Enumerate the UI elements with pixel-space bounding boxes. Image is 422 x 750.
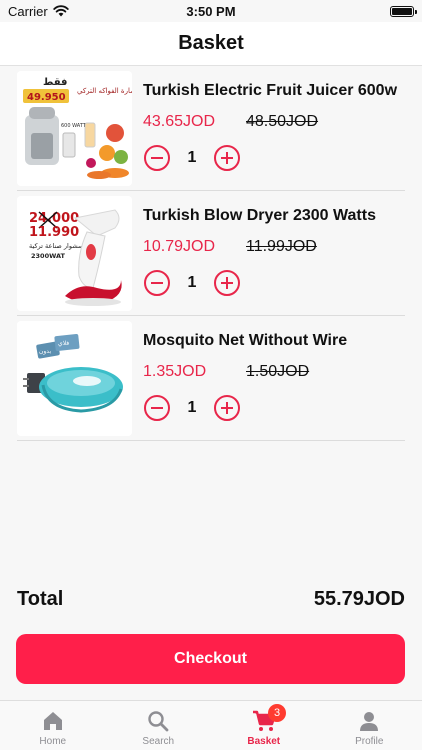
mosquito-tab-text-1: بدون [39,348,51,355]
product-price: 43.65JOD [143,113,216,130]
carrier-label: Carrier [8,3,48,19]
total-row: Total 55.79JOD [17,588,405,611]
decrease-quantity-button[interactable] [144,270,170,296]
product-name[interactable]: Turkish Blow Dryer 2300 Watts [143,207,376,225]
juicer-image-caption: عصارة الفواكه التركي [77,87,132,95]
product-old-price: 11.99JOD [246,238,317,255]
juicer-image-watt: 600 WATT [61,123,87,129]
cart-count-badge: 3 [268,704,286,722]
tab-basket[interactable]: Basket 3 [211,701,317,750]
increase-quantity-button[interactable] [214,270,240,296]
quantity-stepper: 1 [144,270,240,296]
increase-quantity-button[interactable] [214,145,240,171]
basket-item[interactable]: فقط 49.950 عصارة الفواكه التركي 600 WATT… [17,66,405,191]
product-image-juicer[interactable]: فقط 49.950 عصارة الفواكه التركي 600 WATT [17,71,132,186]
basket-item[interactable]: بدون فلاي Mosquito Net Without Wire 1.35… [17,316,405,441]
search-icon [148,711,169,732]
page-title: Basket [178,32,244,54]
product-old-price: 1.50JOD [246,363,310,380]
mosquito-net-image: بدون فلاي [17,321,132,436]
mosquito-tab-text-2: فلاي [58,340,69,347]
tab-label: Home [39,736,67,747]
juicer-image: فقط 49.950 عصارة الفواكه التركي 600 WATT [17,71,132,186]
basket-list: فقط 49.950 عصارة الفواكه التركي 600 WATT… [0,66,422,441]
dryer-image-caption: سشوار صناعة تركية [29,242,83,250]
tab-bar: Home Search Basket 3 Profile [0,700,422,750]
nav-bar: Basket [0,22,422,66]
quantity-value: 1 [187,399,197,416]
dryer-image-new-price: 11.990 [29,225,79,240]
dryer-image-watt: 2300WAT [31,252,65,260]
product-image-mosquito-net[interactable]: بدون فلاي [17,321,132,436]
tab-home[interactable]: Home [0,701,106,750]
quantity-stepper: 1 [144,395,240,421]
tab-label: Profile [355,736,384,747]
product-old-price: 48.50JOD [246,113,319,130]
product-price: 10.79JOD [143,238,216,255]
juicer-image-label: فقط [43,77,67,88]
increase-quantity-button[interactable] [214,395,240,421]
product-name[interactable]: Mosquito Net Without Wire [143,332,347,350]
wifi-icon [53,5,69,17]
tab-profile[interactable]: Profile [317,701,422,750]
status-left: Carrier [8,4,69,19]
checkout-button[interactable]: Checkout [16,634,405,684]
tab-search[interactable]: Search [106,701,212,750]
basket-item[interactable]: 24.000 11.990 سشوار صناعة تركية 2300WAT … [17,191,405,316]
decrease-quantity-button[interactable] [144,145,170,171]
dryer-image-old-price: 24.000 [29,211,79,226]
profile-icon [360,712,379,731]
tab-label: Basket [247,736,281,747]
blow-dryer-image: 24.000 11.990 سشوار صناعة تركية 2300WAT [17,196,132,311]
quantity-value: 1 [187,274,197,291]
decrease-quantity-button[interactable] [144,395,170,421]
juicer-image-price: 49.950 [27,92,66,103]
tab-label: Search [142,736,175,747]
quantity-value: 1 [187,149,197,166]
home-icon [43,712,62,730]
product-price: 1.35JOD [143,363,207,380]
total-label: Total [17,588,64,610]
status-bar: Carrier 3:50 PM [0,0,422,22]
product-name[interactable]: Turkish Electric Fruit Juicer 600w [143,82,397,100]
product-image-blow-dryer[interactable]: 24.000 11.990 سشوار صناعة تركية 2300WAT [17,196,132,311]
total-amount: 55.79JOD [313,588,405,610]
quantity-stepper: 1 [144,145,240,171]
battery-icon [390,5,417,17]
